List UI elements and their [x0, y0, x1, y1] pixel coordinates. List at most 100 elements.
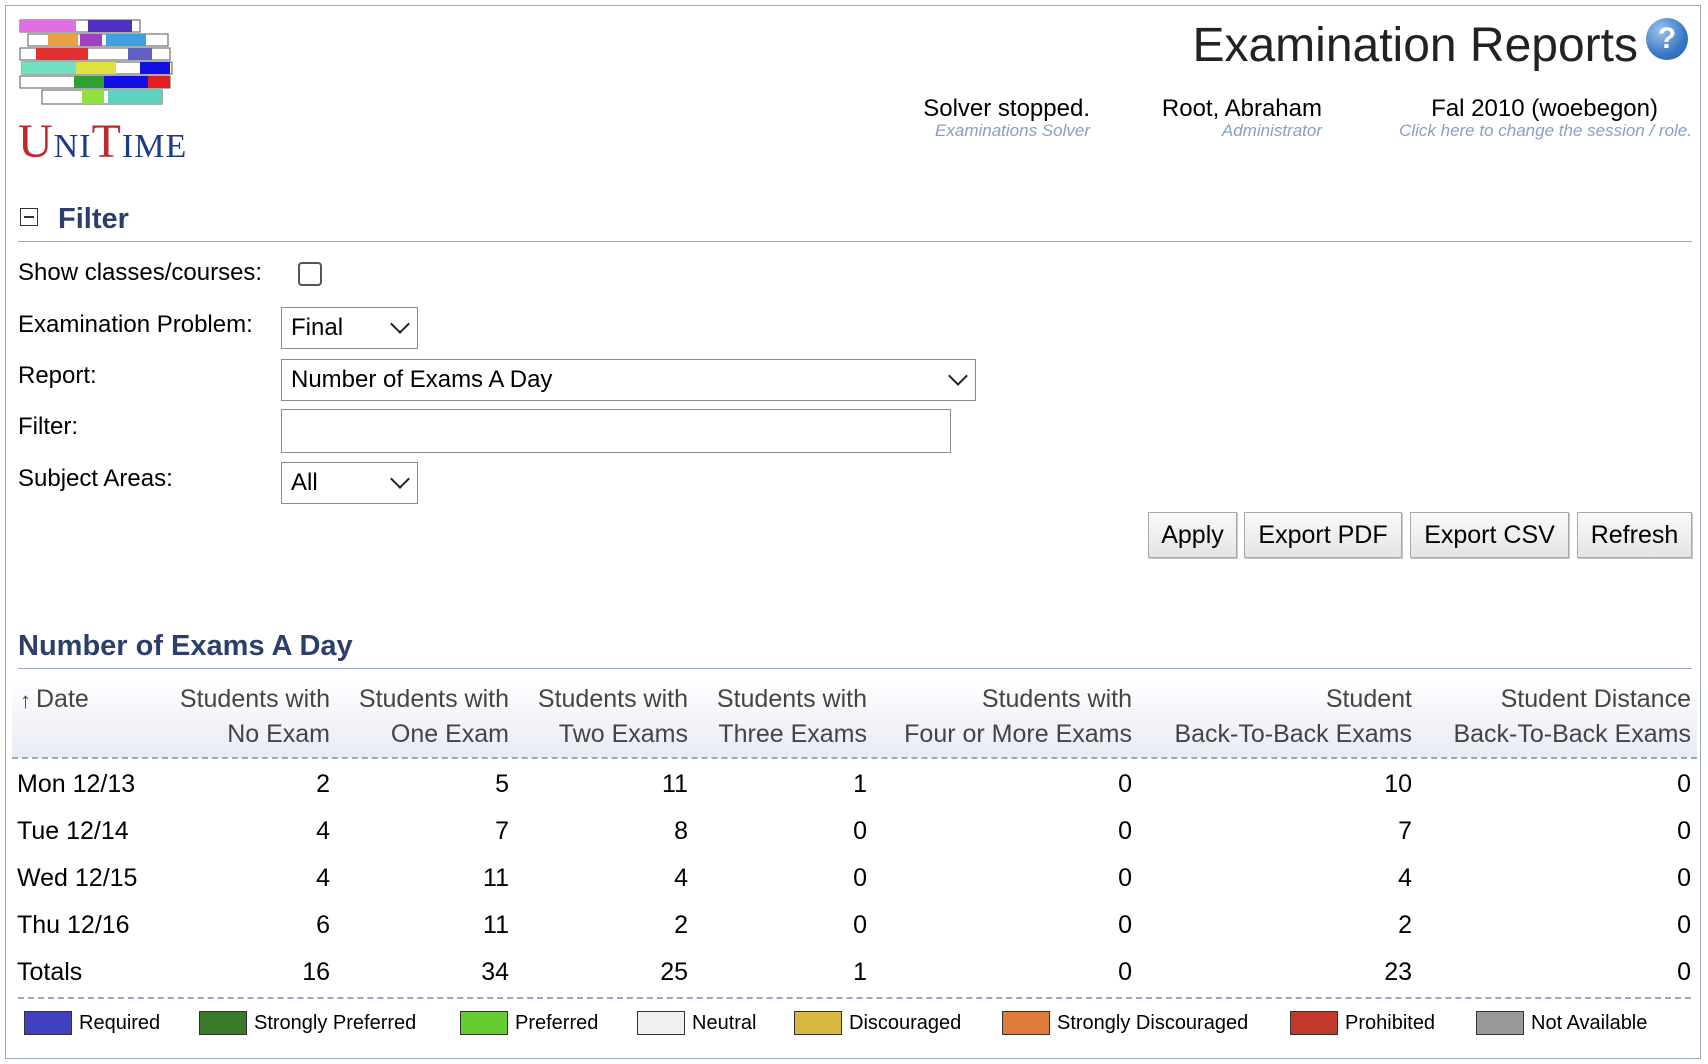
- legend-swatch: [1476, 1011, 1524, 1035]
- table-cell-distance-back-to-back: 0: [1677, 911, 1691, 939]
- column-header-distance-back-to-back[interactable]: Student Distance Back-To-Back Exams: [1453, 682, 1691, 752]
- table-cell-date: Mon 12/13: [17, 770, 136, 798]
- solver-status-text: Solver stopped.: [923, 95, 1090, 122]
- chevron-down-icon: [390, 314, 410, 334]
- export-pdf-button[interactable]: Export PDF: [1244, 512, 1402, 558]
- table-cell-two-exams: 4: [674, 864, 688, 892]
- report-section-title: Number of Exams A Day: [18, 630, 353, 662]
- table-cell-two-exams: 8: [674, 817, 688, 845]
- filter-input[interactable]: [281, 409, 951, 453]
- table-cell-distance-back-to-back: 0: [1677, 817, 1691, 845]
- page-title: Examination Reports: [1192, 19, 1638, 72]
- table-cell-back-to-back: 7: [1398, 817, 1412, 845]
- user-info[interactable]: Root, Abraham Administrator: [1162, 95, 1322, 141]
- table-cell-date: Tue 12/14: [17, 817, 129, 845]
- session-name: Fal 2010 (woebegon): [1431, 95, 1658, 122]
- legend-label: Discouraged: [849, 1011, 962, 1034]
- sort-ascending-icon[interactable]: ↑: [20, 688, 31, 714]
- report-value: Number of Exams A Day: [291, 366, 553, 393]
- table-cell-four-plus-exams: 0: [1118, 817, 1132, 845]
- apply-button[interactable]: Apply: [1148, 512, 1237, 558]
- filter-section-title: Filter: [58, 203, 129, 235]
- table-cell-back-to-back: 2: [1398, 911, 1412, 939]
- column-header-no-exam[interactable]: Students with No Exam: [180, 682, 330, 752]
- legend-item: Discouraged: [794, 1010, 961, 1036]
- legend-swatch: [199, 1011, 247, 1035]
- column-header-back-to-back[interactable]: Student Back-To-Back Exams: [1174, 682, 1412, 752]
- totals-three-exams: 1: [853, 958, 867, 986]
- legend-item: Required: [24, 1010, 160, 1036]
- legend-label: Not Available: [1531, 1011, 1648, 1034]
- legend-label: Strongly Preferred: [254, 1011, 417, 1034]
- export-csv-button[interactable]: Export CSV: [1410, 512, 1569, 558]
- table-cell-back-to-back: 10: [1384, 770, 1412, 798]
- table-cell-back-to-back: 4: [1398, 864, 1412, 892]
- examination-problem-select[interactable]: Final: [281, 307, 418, 349]
- legend-swatch: [794, 1011, 842, 1035]
- solver-status[interactable]: Solver stopped. Examinations Solver: [923, 95, 1090, 141]
- column-header-one-exam[interactable]: Students with One Exam: [359, 682, 509, 752]
- table-cell-one-exam: 11: [483, 864, 509, 892]
- column-header-two-exams[interactable]: Students with Two Exams: [538, 682, 688, 752]
- help-icon[interactable]: ?: [1646, 18, 1688, 60]
- show-classes-checkbox[interactable]: [298, 262, 322, 286]
- subject-areas-value: All: [291, 469, 318, 496]
- unitime-logo-grid-icon[interactable]: [18, 18, 178, 110]
- column-header-three-exams[interactable]: Students with Three Exams: [717, 682, 867, 752]
- legend-swatch: [637, 1011, 685, 1035]
- table-bottom-divider: [18, 997, 1691, 999]
- legend-label: Neutral: [692, 1011, 757, 1034]
- legend-item: Strongly Discouraged: [1002, 1010, 1248, 1036]
- table-cell-distance-back-to-back: 0: [1677, 864, 1691, 892]
- legend-swatch: [1002, 1011, 1050, 1035]
- totals-one-exam: 34: [481, 958, 509, 986]
- subject-areas-select[interactable]: All: [281, 462, 418, 504]
- table-cell-four-plus-exams: 0: [1118, 864, 1132, 892]
- table-cell-one-exam: 5: [495, 770, 509, 798]
- legend-label: Required: [79, 1011, 161, 1034]
- table-cell-four-plus-exams: 0: [1118, 911, 1132, 939]
- legend-swatch: [1290, 1011, 1338, 1035]
- legend-label: Prohibited: [1345, 1011, 1436, 1034]
- table-cell-three-exams: 0: [853, 817, 867, 845]
- report-label: Report:: [18, 362, 97, 389]
- subject-areas-label: Subject Areas:: [18, 465, 173, 492]
- totals-no-exam: 16: [302, 958, 330, 986]
- column-header-four-plus-exams[interactable]: Students with Four or More Exams: [904, 682, 1132, 752]
- table-cell-two-exams: 2: [674, 911, 688, 939]
- table-cell-no-exam: 4: [316, 864, 330, 892]
- user-role: Administrator: [1221, 121, 1322, 140]
- refresh-button[interactable]: Refresh: [1577, 512, 1692, 558]
- totals-back-to-back: 23: [1384, 958, 1412, 986]
- column-header-date[interactable]: Date: [36, 682, 89, 752]
- user-name: Root, Abraham: [1161, 95, 1322, 122]
- session-change-link[interactable]: Click here to change the session / role.: [1399, 121, 1692, 141]
- chevron-down-icon: [948, 366, 968, 386]
- table-cell-no-exam: 4: [316, 817, 330, 845]
- session-info[interactable]: Fal 2010 (woebegon) Click here to change…: [1399, 95, 1692, 141]
- unitime-wordmark[interactable]: UNITIME: [18, 118, 187, 166]
- totals-two-exams: 25: [660, 958, 688, 986]
- legend-swatch: [460, 1011, 508, 1035]
- table-cell-one-exam: 7: [495, 817, 509, 845]
- table-cell-distance-back-to-back: 0: [1677, 770, 1691, 798]
- examination-problem-label: Examination Problem:: [18, 311, 253, 338]
- table-cell-one-exam: 11: [483, 911, 509, 939]
- report-select[interactable]: Number of Exams A Day: [281, 359, 976, 401]
- table-cell-no-exam: 2: [316, 770, 330, 798]
- table-cell-three-exams: 0: [853, 864, 867, 892]
- chevron-down-icon: [390, 469, 410, 489]
- header-divider: [12, 757, 1697, 759]
- totals-distance-back-to-back: 0: [1677, 958, 1691, 986]
- filter-text-label: Filter:: [18, 413, 78, 440]
- table-cell-three-exams: 0: [853, 911, 867, 939]
- legend-label: Preferred: [515, 1011, 599, 1034]
- totals-date: Totals: [17, 958, 83, 986]
- collapse-icon[interactable]: [20, 208, 38, 226]
- totals-four-plus-exams: 0: [1118, 958, 1132, 986]
- table-cell-date: Wed 12/15: [17, 864, 138, 892]
- legend-swatch: [24, 1011, 72, 1035]
- legend-item: Neutral: [637, 1010, 756, 1036]
- legend-label: Strongly Discouraged: [1057, 1011, 1249, 1034]
- report-section-divider: [18, 668, 1692, 669]
